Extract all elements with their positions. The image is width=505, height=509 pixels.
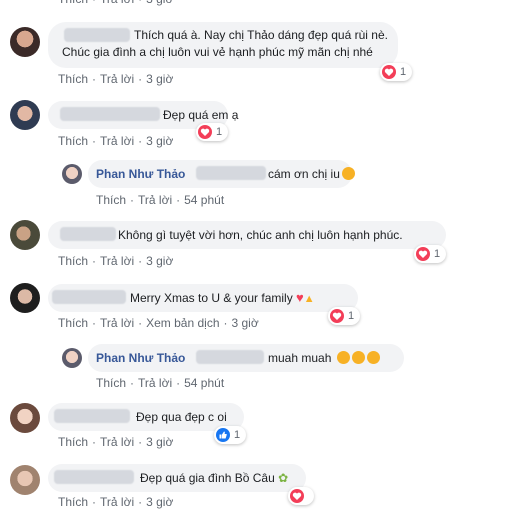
timestamp[interactable]: 54 phút <box>184 193 224 207</box>
timestamp[interactable]: 3 giờ <box>232 316 259 330</box>
blurred-name <box>54 409 130 423</box>
comment-text: Merry Xmas to U & your family ♥▲ <box>130 290 315 305</box>
comment-text: Không gì tuyệt vời hơn, chúc anh chị luô… <box>118 228 403 242</box>
reaction-count[interactable]: 1 <box>414 245 447 263</box>
reaction-count[interactable]: 1 <box>380 63 413 81</box>
comment-actions: Thích · Trả lời · 54 phút <box>96 376 225 390</box>
reply-link[interactable]: Trả lời <box>100 316 134 330</box>
blurred-name <box>60 227 116 241</box>
blurred-name <box>196 350 264 364</box>
kiss-emoji-icon <box>351 351 365 364</box>
reply-link[interactable]: Trả lời <box>100 134 134 148</box>
avatar[interactable] <box>10 403 40 433</box>
comment-text: muah muah <box>268 350 380 366</box>
comment-text: Đẹp quá em ạ <box>163 108 239 122</box>
comment-text: cám ơn chị iu <box>268 166 355 182</box>
heart-reaction-icon <box>382 65 396 79</box>
like-link[interactable]: Thích <box>58 495 88 509</box>
like-link[interactable]: Thích <box>58 254 88 268</box>
comment-text: Thích quá à. Nay chị Thảo dáng đẹp quá r… <box>134 28 388 42</box>
avatar[interactable] <box>10 465 40 495</box>
blurred-name <box>52 290 126 304</box>
like-link[interactable]: Thích <box>58 435 88 449</box>
comment-actions: Thích·Trả lời·3 giờ <box>58 254 174 268</box>
comment-actions: Thích · Trả lời · 54 phút <box>96 193 225 207</box>
kiss-emoji-icon <box>366 351 380 364</box>
comment-text: Đẹp quá gia đình Bồ Câu ✿ <box>140 471 289 485</box>
commenter-name[interactable]: Phan Như Thảo <box>96 350 185 366</box>
commenter-name[interactable]: Phan Như Thảo <box>96 166 185 182</box>
timestamp[interactable]: 3 giờ <box>146 0 173 6</box>
comment-actions: Thích·Trả lời·3 giờ <box>58 134 174 148</box>
reply-link[interactable]: Trả lời <box>100 495 134 509</box>
reaction-count[interactable]: 1 <box>196 123 229 141</box>
like-link[interactable]: Thích <box>96 376 126 390</box>
avatar[interactable] <box>10 220 40 250</box>
like-link[interactable]: Thích <box>58 316 88 330</box>
reply-link[interactable]: Trả lời <box>100 0 134 6</box>
timestamp[interactable]: 3 giờ <box>146 435 173 449</box>
reply-link[interactable]: Trả lời <box>138 193 172 207</box>
reply-link[interactable]: Trả lời <box>100 72 134 86</box>
blurred-name <box>196 166 266 180</box>
avatar[interactable] <box>10 27 40 57</box>
heart-reaction-icon <box>416 247 430 261</box>
reply-link[interactable]: Trả lời <box>100 254 134 268</box>
kiss-emoji-icon <box>341 167 355 180</box>
avatar[interactable] <box>10 283 40 313</box>
like-link[interactable]: Thích <box>58 0 88 6</box>
avatar[interactable] <box>62 348 82 368</box>
blurred-name <box>64 28 130 42</box>
like-link[interactable]: Thích <box>58 72 88 86</box>
kiss-emoji-icon <box>336 351 350 364</box>
pray-emoji-icon: ▲ <box>303 293 315 305</box>
comment-text-line2: Chúc gia đình a chị luôn vui vẻ hạnh phú… <box>62 45 373 59</box>
timestamp[interactable]: 3 giờ <box>146 254 173 268</box>
like-reaction-icon <box>216 428 230 442</box>
heart-reaction-icon <box>330 309 344 323</box>
blurred-name <box>54 470 134 484</box>
comment-actions: Thích·Trả lời·3 giờ <box>58 435 174 449</box>
comment-actions: Thích·Trả lời·3 giờ <box>58 495 174 509</box>
like-link[interactable]: Thích <box>96 193 126 207</box>
timestamp[interactable]: 3 giờ <box>146 72 173 86</box>
reaction-count[interactable]: 1 <box>214 426 247 444</box>
timestamp[interactable]: 3 giờ <box>146 134 173 148</box>
reply-link[interactable]: Trả lời <box>100 435 134 449</box>
comment-text: Đẹp qua đẹp c oi <box>136 410 227 424</box>
like-link[interactable]: Thích <box>58 134 88 148</box>
avatar[interactable] <box>10 100 40 130</box>
reply-link[interactable]: Trả lời <box>138 376 172 390</box>
comment-actions: Thích·Trả lời·3 giờ <box>58 0 173 6</box>
bouquet-emoji-icon: ✿ <box>278 471 289 485</box>
heart-reaction-icon <box>198 125 212 139</box>
timestamp[interactable]: 54 phút <box>184 376 224 390</box>
comment-actions: Thích · Trả lời · Xem bản dịch · 3 giờ <box>58 316 259 330</box>
comment-actions: Thích·Trả lời·3 giờ <box>58 72 174 86</box>
reaction-count[interactable] <box>288 487 314 505</box>
reaction-count[interactable]: 1 <box>328 307 361 325</box>
blurred-name <box>60 107 160 121</box>
heart-reaction-icon <box>290 489 304 503</box>
avatar[interactable] <box>62 164 82 184</box>
see-translation-link[interactable]: Xem bản dịch <box>146 316 219 330</box>
heart-emoji-icon: ♥ <box>296 290 304 305</box>
timestamp[interactable]: 3 giờ <box>146 495 173 509</box>
